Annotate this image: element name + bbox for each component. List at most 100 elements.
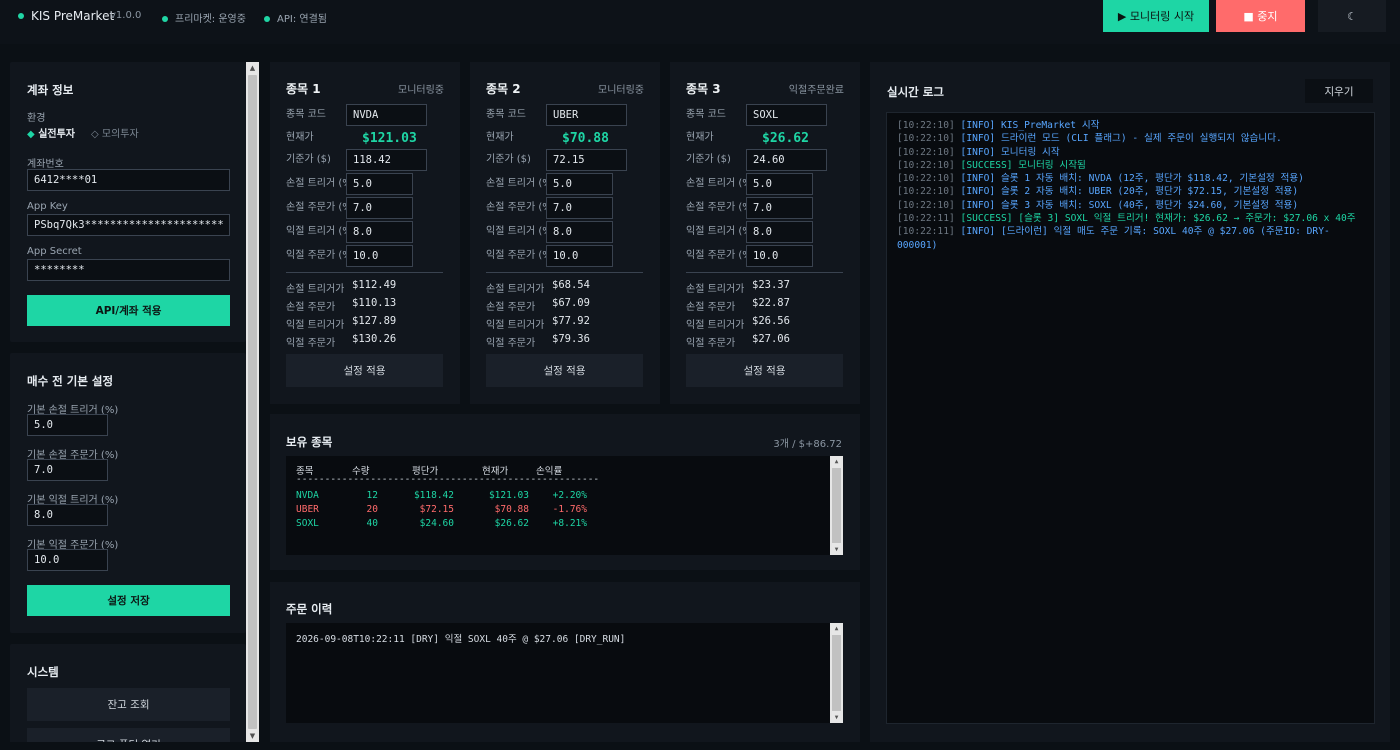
scrollbar-thumb[interactable] xyxy=(832,468,841,543)
calc-stop-order-value: $22.87 xyxy=(752,297,790,309)
env-real-option[interactable]: ◆ 실전투자 xyxy=(27,125,75,140)
profit-trigger-input[interactable]: 8.0 xyxy=(346,221,413,243)
orders-title: 주문 이력 xyxy=(286,602,333,616)
apply-api-button[interactable]: API/계좌 적용 xyxy=(27,295,230,326)
profit-trigger-input[interactable]: 8.0 xyxy=(746,221,813,243)
clear-log-button[interactable]: 지우기 xyxy=(1305,79,1373,103)
sidebar-scrollbar[interactable]: ▲ ▼ xyxy=(246,62,259,742)
defaults-panel: 매수 전 기본 설정 기본 손절 트리거 (%) 5.0 기본 손절 주문가 (… xyxy=(10,353,246,633)
base-input[interactable]: 72.15 xyxy=(546,149,627,171)
env-mock-option[interactable]: ◇ 모의투자 xyxy=(91,125,139,140)
profit-order-input[interactable]: 10.0 xyxy=(546,245,613,267)
calc-profit-trigger-value: $127.89 xyxy=(352,315,397,327)
base-input[interactable]: 24.60 xyxy=(746,149,827,171)
stock-card-3: 종목 3 익절주문완료 종목 코드 현재가 기준가 ($) 손절 트리거 (%) 손절 주문… xyxy=(670,62,860,404)
holdings-summary: 3개 / $+86.72 xyxy=(773,439,842,450)
default-profit-order-input[interactable]: 10.0 xyxy=(27,549,108,571)
log-timestamp: [10:22:10] xyxy=(897,159,955,171)
stop-trigger-input[interactable]: 5.0 xyxy=(746,173,813,195)
calc-stop-trigger-value: $112.49 xyxy=(352,279,397,291)
label-calc-profit-order: 익절 주문가 xyxy=(486,338,536,349)
label-current: 현재가 xyxy=(286,132,314,143)
default-profit-trigger-input[interactable]: 8.0 xyxy=(27,504,108,526)
scroll-down-icon[interactable]: ▼ xyxy=(246,730,259,742)
label-code: 종목 코드 xyxy=(286,109,326,120)
profit-order-input[interactable]: 10.0 xyxy=(346,245,413,267)
system-title: 시스템 xyxy=(27,665,59,679)
order-line: 2026-09-08T10:22:11 [DRY] 익절 SOXL 40주 @ … xyxy=(296,634,626,645)
calc-stop-trigger-value: $68.54 xyxy=(552,279,590,291)
scroll-up-icon[interactable]: ▲ xyxy=(830,456,843,467)
stop-trigger-input[interactable]: 5.0 xyxy=(346,173,413,195)
code-input[interactable]: SOXL xyxy=(746,104,827,126)
log-message: [INFO] [드라이런] 익절 매도 주문 기록: SOXL 40주 @ $2… xyxy=(897,226,1330,251)
log-message: [SUCCESS] [슬롯 3] SOXL 익절 트리거! 현재가: $26.6… xyxy=(960,213,1356,225)
holdings-cell-avg: $24.60 xyxy=(419,518,454,529)
scroll-down-icon[interactable]: ▼ xyxy=(830,544,843,555)
label-calc-stop-order: 손절 주문가 xyxy=(286,302,336,313)
log-timestamp: [10:22:10] xyxy=(897,133,955,145)
stop-button[interactable]: ■ 중지 xyxy=(1216,0,1305,32)
scroll-down-icon[interactable]: ▼ xyxy=(830,712,843,723)
default-stop-order-input[interactable]: 7.0 xyxy=(27,459,108,481)
stop-order-input[interactable]: 7.0 xyxy=(346,197,413,219)
stop-order-input[interactable]: 7.0 xyxy=(546,197,613,219)
apply-settings-button[interactable]: 설정 적용 xyxy=(686,354,843,387)
profit-order-input[interactable]: 10.0 xyxy=(746,245,813,267)
status-dot-icon xyxy=(264,16,270,22)
top-bar: KIS PreMarket v1.0.0 프리마켓: 운영중 API: 연결됨 … xyxy=(0,0,1400,44)
log-message: [INFO] 슬롯 1 자동 배치: NVDA (12주, 평단가 $118.4… xyxy=(960,173,1304,185)
label-current: 현재가 xyxy=(486,132,514,143)
code-input[interactable]: UBER xyxy=(546,104,627,126)
log-line: [10:22:10] [INFO] 슬롯 2 자동 배치: UBER (20주,… xyxy=(897,185,1364,198)
balance-query-button[interactable]: 잔고 조회 xyxy=(27,688,230,721)
label-code: 종목 코드 xyxy=(486,109,526,120)
scroll-up-icon[interactable]: ▲ xyxy=(830,623,843,634)
scroll-up-icon[interactable]: ▲ xyxy=(246,62,259,74)
apply-settings-button[interactable]: 설정 적용 xyxy=(286,354,443,387)
log-line: [10:22:10] [SUCCESS] 모니터링 시작됨 xyxy=(897,159,1364,172)
label-calc-stop-trigger: 손절 트리거가 xyxy=(286,284,345,295)
base-input[interactable]: 118.42 xyxy=(346,149,427,171)
label-calc-profit-trigger: 익절 트리거가 xyxy=(686,320,745,331)
default-stop-trigger-input[interactable]: 5.0 xyxy=(27,414,108,436)
app-version: v1.0.0 xyxy=(110,10,142,21)
orders-panel: 주문 이력 2026-09-08T10:22:11 [DRY] 익절 SOXL … xyxy=(270,582,860,742)
start-monitoring-button[interactable]: ▶ 모니터링 시작 xyxy=(1103,0,1209,32)
save-defaults-button[interactable]: 설정 저장 xyxy=(27,585,230,616)
appkey-input[interactable]: PSbq7Qk3********************** xyxy=(27,214,230,236)
profit-trigger-input[interactable]: 8.0 xyxy=(546,221,613,243)
log-timestamp: [10:22:10] xyxy=(897,120,955,131)
apply-settings-button[interactable]: 설정 적용 xyxy=(486,354,643,387)
account-title: 계좌 정보 xyxy=(27,83,74,97)
app-title: KIS PreMarket xyxy=(31,9,115,23)
current-price: $26.62 xyxy=(762,131,809,146)
holdings-separator: ----------------------------------------… xyxy=(296,474,600,485)
api-status-text: API: 연결됨 xyxy=(277,14,327,25)
scrollbar-thumb[interactable] xyxy=(248,75,257,729)
log-timestamp: [10:22:10] xyxy=(897,186,955,198)
diamond-unselected-icon: ◇ xyxy=(91,129,99,140)
holdings-scrollbar[interactable]: ▲ ▼ xyxy=(830,456,843,555)
stop-trigger-input[interactable]: 5.0 xyxy=(546,173,613,195)
scrollbar-thumb[interactable] xyxy=(832,635,841,711)
open-log-folder-button[interactable]: 로그 폴더 열기 xyxy=(27,728,230,742)
calc-stop-order-value: $110.13 xyxy=(352,297,397,309)
orders-log: 2026-09-08T10:22:11 [DRY] 익절 SOXL 40주 @ … xyxy=(286,623,843,723)
card-title: 종목 3 xyxy=(686,82,721,96)
appsecret-input[interactable]: ******** xyxy=(27,259,230,281)
orders-scrollbar[interactable]: ▲ ▼ xyxy=(830,623,843,723)
holdings-title: 보유 종목 xyxy=(286,435,333,449)
divider xyxy=(486,272,643,273)
holdings-cell-qty: 20 xyxy=(366,504,378,515)
account-number-input[interactable]: 6412****01 xyxy=(27,169,230,191)
holdings-cell-pnl: +2.20% xyxy=(552,490,587,501)
holdings-cell-pnl: +8.21% xyxy=(552,518,587,529)
label-calc-profit-order: 익절 주문가 xyxy=(686,338,736,349)
system-panel: 시스템 잔고 조회 로그 폴더 열기 xyxy=(10,644,246,742)
code-input[interactable]: NVDA xyxy=(346,104,427,126)
env-real-label: 실전투자 xyxy=(38,129,75,140)
diamond-selected-icon: ◆ xyxy=(27,129,35,140)
stop-order-input[interactable]: 7.0 xyxy=(746,197,813,219)
theme-toggle-button[interactable]: ☾ xyxy=(1318,0,1386,32)
